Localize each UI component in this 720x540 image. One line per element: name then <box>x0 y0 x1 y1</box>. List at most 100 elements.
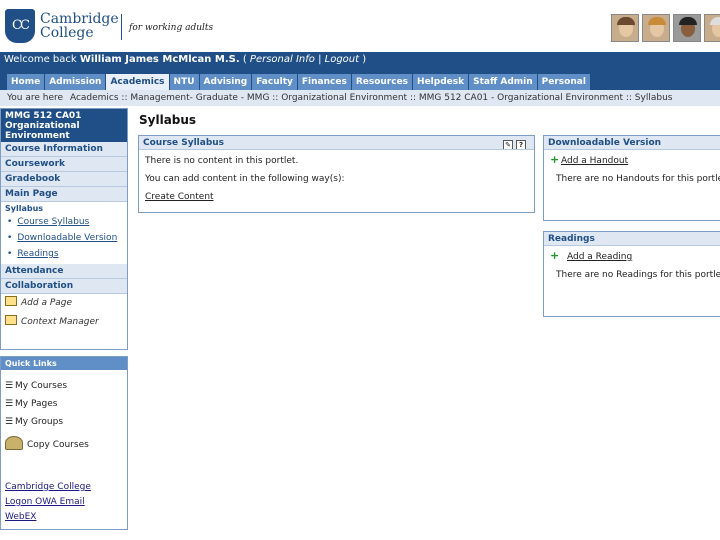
portlet-header: Course Syllabus ✎? <box>139 136 534 150</box>
header-photo-4 <box>704 14 720 42</box>
quick-links-header: Quick Links <box>1 357 127 370</box>
no-handouts-text: There are no Handouts for this portlet. <box>556 174 720 184</box>
bullet-icon: • <box>7 233 13 243</box>
copy-courses-link[interactable]: Copy Courses <box>1 432 127 460</box>
nav-gradebook[interactable]: Gradebook <box>1 172 127 187</box>
user-name: William James McMlcan M.S. <box>79 54 240 65</box>
main-tab-bar: Home Admission Academics NTU Advising Faculty… <box>0 68 720 90</box>
tab-helpdesk[interactable]: Helpdesk <box>413 74 469 90</box>
tab-academics[interactable]: Academics <box>106 74 169 90</box>
help-icon[interactable]: ? <box>516 140 526 149</box>
welcome-separator: | <box>314 54 325 65</box>
tab-advising[interactable]: Advising <box>199 74 252 90</box>
tab-home[interactable]: Home <box>7 74 45 90</box>
nav-link-readings[interactable]: • Readings <box>1 246 127 262</box>
nav-link-label: Readings <box>17 249 59 259</box>
site-header: CC Cambridge College for working adults <box>0 0 720 52</box>
cambridge-college-link[interactable]: Cambridge College <box>1 480 127 495</box>
add-page-tool[interactable]: Add a Page <box>1 294 127 313</box>
personal-info-link[interactable]: Personal Info <box>250 54 315 65</box>
nav-link-label: Downloadable Version <box>17 233 118 243</box>
menu-icon: ☰ <box>5 417 14 427</box>
header-photo-1 <box>611 14 639 42</box>
readings-portlet: Readings + Add a Reading There are no Rea… <box>543 231 720 317</box>
quick-link-label: My Groups <box>15 417 64 427</box>
welcome-paren-close: ) <box>359 54 367 65</box>
downloadable-version-portlet: Downloadable Version + Add a Handout Ther… <box>543 135 720 221</box>
quick-link-my-courses[interactable]: ☰ My Courses <box>1 378 127 396</box>
portlet-body: + Add a Reading There are no Readings for… <box>544 246 720 290</box>
breadcrumb: You are here Academics :: Management- Gr… <box>0 90 720 106</box>
breadcrumb-path[interactable]: Academics :: Management- Graduate - MMG … <box>70 93 673 103</box>
portlet-tools: ✎? <box>500 138 526 149</box>
course-syllabus-portlet: Course Syllabus ✎? There is no content i… <box>138 135 535 213</box>
add-page-icon <box>5 296 17 306</box>
copy-courses-label: Copy Courses <box>27 440 89 450</box>
tab-staff-admin[interactable]: Staff Admin <box>469 74 537 90</box>
add-icon: + <box>550 249 560 262</box>
menu-icon: ☰ <box>5 399 14 409</box>
tab-resources[interactable]: Resources <box>351 74 413 90</box>
quick-link-my-pages[interactable]: ☰ My Pages <box>1 396 127 414</box>
nav-main-page[interactable]: Main Page <box>1 187 127 202</box>
page-title: Syllabus <box>139 113 197 127</box>
bullet-icon: • <box>7 249 13 259</box>
portlet-body: + Add a Handout There are no Handouts for… <box>544 150 720 194</box>
add-handout-link[interactable]: Add a Handout <box>561 156 628 166</box>
college-logo-text[interactable]: Cambridge College <box>40 12 119 40</box>
add-content-hint: You can add content in the following way… <box>145 174 345 184</box>
header-photo-3 <box>673 14 701 42</box>
no-content-text: There is no content in this portlet. <box>145 156 299 166</box>
logo-divider <box>121 14 122 40</box>
portlet-title: Course Syllabus <box>143 138 225 148</box>
portlet-body: There is no content in this portlet. You… <box>139 150 534 212</box>
tab-finances[interactable]: Finances <box>297 74 351 90</box>
tab-faculty[interactable]: Faculty <box>252 74 297 90</box>
nav-link-downloadable-version[interactable]: • Downloadable Version <box>1 230 127 246</box>
nav-section-syllabus: Syllabus <box>5 204 44 213</box>
nav-coursework[interactable]: Coursework <box>1 157 127 172</box>
nav-link-label: Course Syllabus <box>17 217 90 227</box>
tab-ntu[interactable]: NTU <box>169 74 199 90</box>
no-readings-text: There are no Readings for this portlet. <box>556 270 720 280</box>
quick-link-label: My Pages <box>15 399 58 409</box>
quick-link-label: My Courses <box>15 381 68 391</box>
logo-line-2: College <box>40 25 94 41</box>
logout-link[interactable]: Logout <box>325 54 359 65</box>
portlet-header: Readings <box>544 232 720 246</box>
portlet-title: Readings <box>548 234 595 244</box>
add-icon: + <box>550 153 560 166</box>
context-manager-label: Context Manager <box>21 317 99 327</box>
course-sidebar: MMG 512 CA01 Organizational Environment … <box>0 108 128 350</box>
course-title: MMG 512 CA01 Organizational Environment <box>1 109 127 142</box>
add-reading-link[interactable]: Add a Reading <box>567 252 632 262</box>
quick-links-panel: Quick Links ☰ My Courses ☰ My Pages ☰ My Gr… <box>0 356 128 530</box>
logo-line-1: Cambridge <box>40 11 119 27</box>
webex-link[interactable]: WebEX <box>1 510 127 525</box>
nav-course-information[interactable]: Course Information <box>1 142 127 157</box>
copy-courses-icon <box>5 436 23 450</box>
menu-icon: ☰ <box>5 381 14 391</box>
nav-collaboration[interactable]: Collaboration <box>1 279 127 294</box>
owa-email-link[interactable]: Logon OWA Email <box>1 495 127 510</box>
tab-personal[interactable]: Personal <box>537 74 590 90</box>
logo-tagline: for working adults <box>129 23 214 33</box>
add-page-label: Add a Page <box>21 298 73 308</box>
nav-attendance[interactable]: Attendance <box>1 264 127 279</box>
welcome-bar: Welcome back William James McMlcan M.S. … <box>0 52 720 68</box>
portlet-header: Downloadable Version <box>544 136 720 150</box>
welcome-prefix: Welcome back <box>4 54 80 65</box>
nav-link-course-syllabus[interactable]: • Course Syllabus <box>1 214 127 230</box>
bullet-icon: • <box>7 217 13 227</box>
pencil-icon <box>5 315 17 325</box>
edit-icon[interactable]: ✎ <box>503 140 513 149</box>
context-manager-tool[interactable]: Context Manager <box>1 313 127 332</box>
college-logo-seal[interactable]: CC <box>5 9 35 43</box>
quick-link-my-groups[interactable]: ☰ My Groups <box>1 414 127 432</box>
header-photo-2 <box>642 14 670 42</box>
create-content-link[interactable]: Create Content <box>145 192 214 202</box>
welcome-paren-open: ( <box>239 54 250 65</box>
breadcrumb-label: You are here <box>7 93 64 103</box>
portlet-title: Downloadable Version <box>548 138 662 148</box>
tab-admission[interactable]: Admission <box>45 74 106 90</box>
